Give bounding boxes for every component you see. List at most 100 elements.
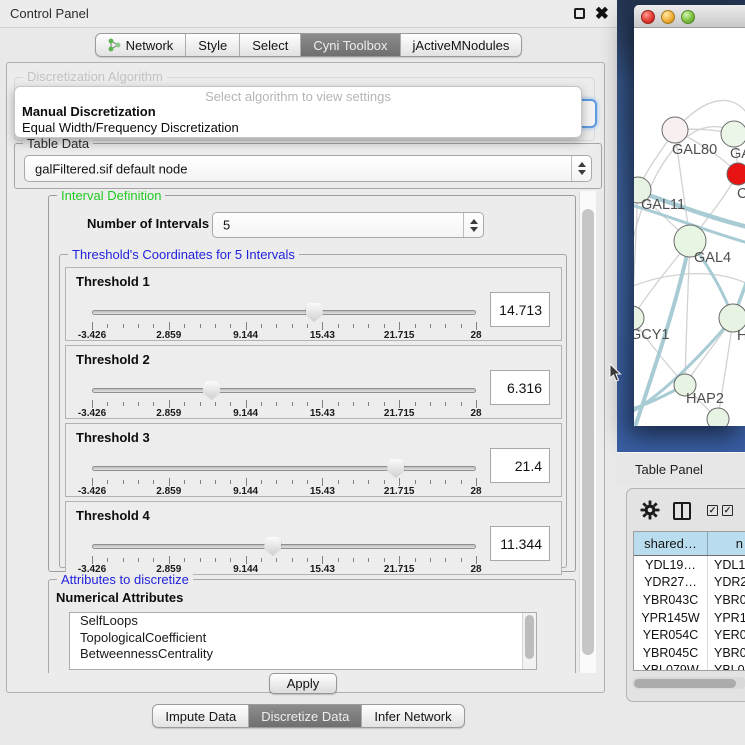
table-cell[interactable]: YDR2 (708, 574, 745, 592)
attribute-item[interactable]: BetweennessCentrality (70, 646, 536, 663)
threshold-1-slider[interactable]: -3.4262.8599.14415.4321.71528 (92, 302, 476, 340)
network-node[interactable] (727, 163, 745, 185)
stepper-icon[interactable] (463, 213, 483, 237)
control-panel: Control Panel ✖ Network Style (0, 0, 617, 745)
table-cell[interactable]: YBR045C (634, 644, 708, 662)
threshold-2-value-field[interactable] (490, 370, 550, 405)
column-header-name[interactable]: n (708, 532, 745, 555)
table-cell[interactable]: YDR27… (634, 574, 708, 592)
tab-cyni-toolbox[interactable]: Cyni Toolbox (300, 34, 399, 56)
network-view-window[interactable]: GAL80GACGAL11GAL4GCY1HHAP2 (634, 5, 745, 426)
attribute-item[interactable]: SelfLoops (70, 613, 536, 630)
table-row[interactable]: YBR043CYBR0 (634, 591, 745, 609)
node-label: GA (730, 146, 745, 162)
table-row[interactable]: YDR27…YDR2 (634, 574, 745, 592)
slider-track[interactable] (92, 466, 476, 471)
tab-style[interactable]: Style (185, 34, 239, 56)
tab-discretize-data[interactable]: Discretize Data (248, 705, 361, 727)
tick-label: 21.715 (384, 330, 415, 341)
table-cell[interactable]: YBL0 (708, 662, 745, 671)
table-cell[interactable]: YDL19… (634, 556, 708, 574)
threshold-4-value-field[interactable] (490, 526, 550, 561)
tab-label: jActiveMNodules (413, 38, 510, 53)
tab-select[interactable]: Select (239, 34, 300, 56)
table-header-row: shared… n (634, 532, 745, 556)
scrollbar-thumb[interactable] (582, 209, 594, 655)
number-of-intervals-combobox[interactable]: 5 (212, 212, 484, 238)
close-traffic-light-icon[interactable] (641, 10, 655, 24)
tick-label: 9.144 (233, 408, 258, 419)
table-row[interactable]: YPR145WYPR1 (634, 609, 745, 627)
tick-label: 2.859 (156, 330, 181, 341)
tab-label: Discretize Data (261, 709, 349, 724)
table-cell[interactable]: YPR1 (708, 609, 745, 627)
tick-label: 28 (470, 564, 481, 575)
tab-infer-network[interactable]: Infer Network (361, 705, 463, 727)
tick-label: -3.426 (78, 486, 106, 497)
table-cell[interactable]: YBR043C (634, 591, 708, 609)
zoom-traffic-light-icon[interactable] (681, 10, 695, 24)
tab-jactivemnodules[interactable]: jActiveMNodules (400, 34, 522, 56)
checkbox-icon[interactable]: ✓ (722, 505, 733, 516)
table-row[interactable]: YBR045CYBR0 (634, 644, 745, 662)
network-node[interactable] (662, 117, 688, 143)
table-panel-title: Table Panel (635, 462, 703, 477)
table-cell[interactable]: YDL1 (708, 556, 745, 574)
option-equal-width-frequency[interactable]: Equal Width/Frequency Discretization (22, 120, 239, 135)
network-icon (108, 38, 121, 52)
gear-icon[interactable] (640, 500, 660, 520)
slider-track[interactable] (92, 388, 476, 393)
list-scrollbar[interactable] (522, 613, 536, 669)
apply-button[interactable]: Apply (269, 673, 337, 694)
threshold-2-panel: Threshold 2 -3.4262.8599.14415.4321.7152… (65, 345, 562, 419)
threshold-2-slider[interactable]: -3.4262.8599.14415.4321.71528 (92, 380, 476, 418)
float-window-icon[interactable] (574, 8, 585, 19)
network-node[interactable] (721, 121, 745, 147)
table-cell[interactable]: YBL079W (634, 662, 708, 671)
table-cell[interactable]: YER0 (708, 626, 745, 644)
table-row[interactable]: YER054CYER0 (634, 626, 745, 644)
slider-track[interactable] (92, 544, 476, 549)
table-data-combobox[interactable]: galFiltered.sif default node (24, 155, 592, 182)
threshold-3-value-field[interactable] (490, 448, 550, 483)
settings-scrollbar[interactable] (579, 191, 596, 673)
table-cell[interactable]: YBR0 (708, 644, 745, 662)
slider-thumb[interactable] (203, 381, 220, 400)
table-cell[interactable]: YER054C (634, 626, 708, 644)
columns-icon[interactable] (673, 502, 691, 520)
slider-thumb[interactable] (264, 537, 281, 556)
close-icon[interactable]: ✖ (595, 2, 609, 26)
column-header-shared-name[interactable]: shared… (634, 532, 708, 555)
table-panel: ✓ ✓ shared… n YDL19…YDL1YDR27…YDR2YBR043… (626, 488, 745, 702)
tick-label: 15.43 (310, 408, 335, 419)
panel-title: Control Panel (10, 6, 89, 21)
table-horizontal-scrollbar[interactable] (632, 677, 745, 689)
network-canvas[interactable]: GAL80GACGAL11GAL4GCY1HHAP2 (634, 28, 745, 426)
table-row[interactable]: YDL19…YDL1 (634, 556, 745, 574)
table-row[interactable]: YBL079WYBL0 (634, 662, 745, 671)
table-cell[interactable]: YPR145W (634, 609, 708, 627)
threshold-4-slider[interactable]: -3.4262.8599.14415.4321.71528 (92, 536, 476, 574)
threshold-1-value-field[interactable] (490, 292, 550, 327)
tab-impute-data[interactable]: Impute Data (153, 705, 248, 727)
minimize-traffic-light-icon[interactable] (661, 10, 675, 24)
numerical-attributes-list[interactable]: SelfLoopsTopologicalCoefficientBetweenne… (69, 612, 537, 670)
attribute-item[interactable]: TopologicalCoefficient (70, 630, 536, 647)
slider-thumb[interactable] (306, 303, 323, 322)
tick-label: 21.715 (384, 486, 415, 497)
table-cell[interactable]: YBR0 (708, 591, 745, 609)
desktop-area: GAL80GACGAL11GAL4GCY1HHAP2 Table Panel (617, 0, 745, 745)
option-manual-discretization[interactable]: Manual Discretization (22, 104, 156, 119)
number-of-intervals-label: Number of Intervals (87, 216, 209, 231)
slider-thumb[interactable] (387, 459, 404, 478)
checkbox-icon[interactable]: ✓ (707, 505, 718, 516)
stepper-icon[interactable] (571, 156, 591, 181)
network-node[interactable] (707, 408, 729, 426)
slider-track[interactable] (92, 310, 476, 315)
tick-label: 28 (470, 330, 481, 341)
tab-network[interactable]: Network (96, 34, 186, 56)
scrollbar-thumb[interactable] (634, 679, 736, 688)
threshold-3-slider[interactable]: -3.4262.8599.14415.4321.71528 (92, 458, 476, 496)
network-window-titlebar[interactable] (634, 5, 745, 28)
tick-label: 15.43 (310, 330, 335, 341)
